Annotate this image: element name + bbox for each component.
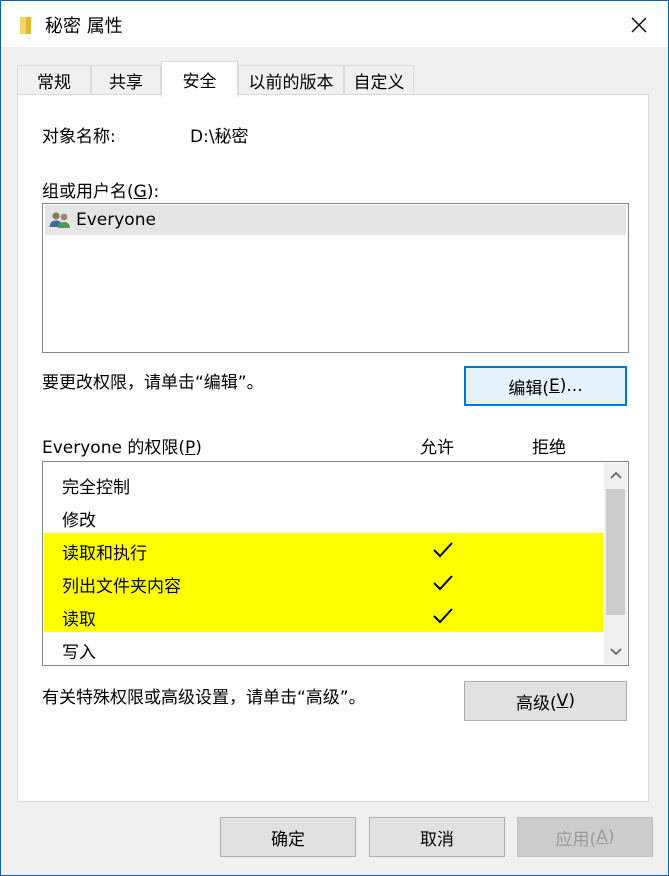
scroll-thumb[interactable] [606, 489, 625, 615]
permission-row: 读取和执行 [44, 533, 603, 566]
tab-label: 自定义 [353, 73, 405, 93]
object-name-label: 对象名称: [42, 127, 116, 147]
tab-label: 常规 [37, 73, 71, 93]
permission-name: 列出文件夹内容 [62, 577, 181, 597]
permissions-list[interactable]: 完全控制 修改 读取和执行 列出文件夹内容 读取 写入 [42, 461, 629, 666]
permission-row: 修改 [44, 500, 603, 533]
object-name-value: D:\秘密 [190, 127, 249, 147]
title-bar: 秘密 属性 [1, 1, 668, 47]
ok-button[interactable]: 确定 [220, 817, 356, 857]
scroll-down-button[interactable] [604, 640, 627, 664]
tab-sharing[interactable]: 共享 [91, 65, 161, 95]
tab-security[interactable]: 安全 [161, 61, 238, 97]
allow-check-icon [433, 608, 453, 624]
group-label: 组或用户名(G): [42, 182, 160, 202]
properties-dialog: 秘密 属性 常规 共享 安全 以前的版本 自定义 对象名称: D:\秘密 组或用… [0, 0, 669, 876]
tab-customize[interactable]: 自定义 [344, 65, 414, 95]
security-panel: 对象名称: D:\秘密 组或用户名(G): Everyone 要更改权限，请单击… [17, 94, 649, 802]
chevron-up-icon [609, 471, 622, 479]
allow-check-icon [433, 542, 453, 558]
user-name: Everyone [76, 210, 156, 230]
permission-row: 完全控制 [44, 467, 603, 500]
tab-label: 安全 [182, 72, 217, 92]
user-list[interactable]: Everyone [42, 203, 629, 353]
permission-row: 列出文件夹内容 [44, 566, 603, 599]
chevron-down-icon [609, 648, 622, 656]
permission-name: 读取和执行 [62, 544, 147, 564]
scroll-up-button[interactable] [604, 463, 627, 487]
edit-hint: 要更改权限，请单击“编辑”。 [42, 373, 264, 393]
permission-name: 写入 [62, 643, 96, 663]
list-item-everyone[interactable]: Everyone [45, 205, 626, 235]
permission-name: 读取 [62, 610, 96, 630]
permissions-scrollbar[interactable] [604, 463, 627, 664]
close-icon [631, 17, 647, 33]
cancel-button[interactable]: 取消 [369, 817, 505, 857]
users-group-icon [49, 212, 70, 228]
folder-icon [20, 17, 31, 34]
allow-check-icon [433, 575, 453, 591]
permissions-label: Everyone 的权限(P) [42, 438, 202, 458]
close-button[interactable] [622, 9, 656, 41]
tab-general[interactable]: 常规 [17, 65, 91, 95]
advanced-button[interactable]: 高级(V) [464, 681, 627, 721]
allow-header: 允许 [420, 438, 454, 458]
permission-row: 读取 [44, 599, 603, 632]
window-title: 秘密 属性 [45, 16, 123, 37]
advanced-hint: 有关特殊权限或高级设置，请单击“高级”。 [42, 688, 366, 708]
deny-header: 拒绝 [532, 438, 566, 458]
permission-name: 完全控制 [62, 478, 130, 498]
edit-button[interactable]: 编辑(E)... [464, 366, 627, 406]
apply-button[interactable]: 应用(A) [517, 817, 653, 857]
tab-label: 共享 [109, 73, 143, 93]
tab-label: 以前的版本 [248, 73, 334, 93]
tab-previous-versions[interactable]: 以前的版本 [238, 65, 344, 95]
permission-row: 写入 [44, 632, 603, 665]
permission-name: 修改 [62, 511, 96, 531]
